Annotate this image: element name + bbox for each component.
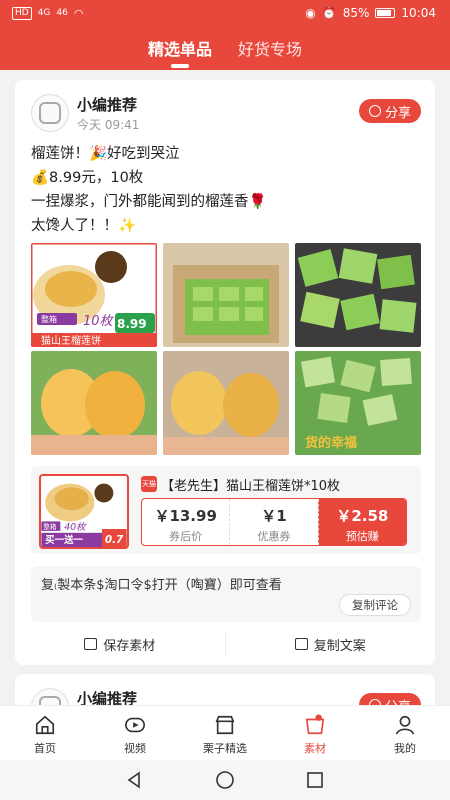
recents-icon[interactable] [305,770,325,790]
tab-featured-items[interactable]: 精选单品 [148,36,212,68]
image-count-text: 10枚 [83,314,115,329]
copy-text-label: 复制文案 [313,638,366,654]
clock-time: 10:04 [401,6,436,20]
nav-mine-label: 我的 [394,742,416,755]
nav-material-label: 素材 [304,742,326,755]
nav-video-label: 视频 [124,742,146,755]
hd-indicator: HD [12,6,32,20]
nav-home-label: 首页 [34,742,56,755]
bottom-nav: 首页 视频 栗子精选 素材 我的 [0,705,450,760]
nav-featured-label: 栗子精选 [203,742,247,755]
user-icon [394,714,416,736]
thumb-tag-text: 整箱 [43,522,57,531]
wifi-icon: ◠ [73,6,84,20]
nav-featured[interactable]: 栗子精选 [180,706,270,760]
price-box: ￥13.99 券后价 ￥1 优惠券 ￥2.58 预估赚 [141,498,407,546]
product-panel[interactable]: 整箱 40枚 买一送一 0.7 天猫 【老先生】猫山王榴莲饼*10枚 ￥13.9… [31,466,421,554]
product-image-5[interactable] [163,351,289,455]
top-header: HD 4G 46 ◠ ◉ ⏰ 85% 10:04 精选单品 好货专场 [0,0,450,70]
image-grid: 整箱 10枚 8.99 猫山王榴莲饼 货的幸福 [31,243,421,455]
estimated-earn-button[interactable]: ￥2.58 预估赚 [317,499,406,545]
copy-comment-button[interactable]: 复制评论 [339,594,411,616]
post-line: 一捏爆浆，门外都能闻到的榴莲香🌹 [31,194,267,210]
tab-good-goods[interactable]: 好货专场 [238,36,302,60]
share-button[interactable]: 分享 [358,99,421,123]
material-icon [304,714,326,736]
image-happiness-text: 货的幸福 [305,435,357,451]
battery-icon [375,8,396,18]
post-text: 榴莲饼！🎉好吃到哭泣 💰8.99元，10枚 一捏爆浆，门外都能闻到的榴莲香🌹 太… [31,142,267,238]
back-icon[interactable] [125,770,145,790]
post-line: 太馋人了！！✨ [31,218,137,234]
nav-video[interactable]: 视频 [90,706,180,760]
avatar[interactable] [31,94,69,132]
share-icon [368,105,381,117]
system-nav-bar [0,760,450,800]
image-icon [84,638,98,650]
nav-material[interactable]: 素材 [270,706,360,760]
post-card: 小编推荐 今天 09:41 分享 榴莲饼！🎉好吃到哭泣 💰8.99元，10枚 一… [15,80,435,665]
nav-home[interactable]: 首页 [0,706,90,760]
coupon-label: 优惠券 [257,530,291,543]
image-banner-text: 猫山王榴莲饼 [41,334,101,347]
copy-text-button[interactable]: 复制文案 [224,630,436,658]
store-icon [214,714,236,736]
after-coupon-price-cell: ￥13.99 券后价 [142,499,229,545]
image-price-text: 8.99 [117,317,147,331]
avatar-icon [39,102,61,124]
home-circle-icon[interactable] [215,770,235,790]
battery-percent: 85% [342,6,370,20]
post-line: 💰8.99元，10枚 [31,170,144,186]
coupon-cell[interactable]: ￥1 优惠券 [229,499,317,545]
product-title[interactable]: 【老先生】猫山王榴莲饼*10枚 [161,475,340,494]
product-image-4[interactable] [31,351,157,455]
product-image-2[interactable] [163,243,289,347]
copy-text: 复₍製本条$淘口令$打开（啕寶）即可查看 [41,578,282,593]
save-material-label: 保存素材 [103,638,156,654]
product-image-6[interactable]: 货的幸福 [295,351,421,455]
alarm-icon: ⏰ [321,6,337,20]
copy-comment-box: 复₍製本条$淘口令$打开（啕寶）即可查看 复制评论 [31,566,421,622]
post-author: 小编推荐 [77,96,138,114]
video-icon [124,714,146,736]
image-tag-text: 整箱 [41,314,57,324]
product-image-3[interactable] [295,243,421,347]
home-icon [34,714,56,736]
copy-icon [294,638,308,650]
save-material-button[interactable]: 保存素材 [15,630,225,658]
nav-mine[interactable]: 我的 [360,706,450,760]
thumb-price-text: 0.7 [105,534,124,546]
thumb-count-text: 40枚 [64,522,87,533]
tab-bar: 精选单品 好货专场 [0,36,450,68]
status-bar: HD 4G 46 ◠ ◉ ⏰ 85% 10:04 [0,0,450,26]
product-thumbnail[interactable]: 整箱 40枚 买一送一 0.7 [39,474,129,549]
after-coupon-price: ￥13.99 [154,507,217,525]
tmall-badge: 天猫 [141,476,157,492]
after-coupon-label: 券后价 [169,530,203,543]
thumb-bogo-text: 买一送一 [45,534,83,546]
post-line: 榴莲饼！🎉好吃到哭泣 [31,146,180,162]
earn-label: 预估赚 [345,530,379,543]
earn-value: ￥2.58 [336,507,389,525]
signal-46-icon: 46 [56,8,68,18]
product-image-1[interactable]: 整箱 10枚 8.99 猫山王榴莲饼 [31,243,157,347]
eye-icon: ◉ [305,6,316,20]
signal-4g-icon: 4G [37,8,51,18]
coupon-value: ￥1 [261,507,287,525]
post-actions: 保存素材 复制文案 [15,630,435,658]
share-label: 分享 [384,105,411,121]
post-time: 今天 09:41 [77,118,140,132]
